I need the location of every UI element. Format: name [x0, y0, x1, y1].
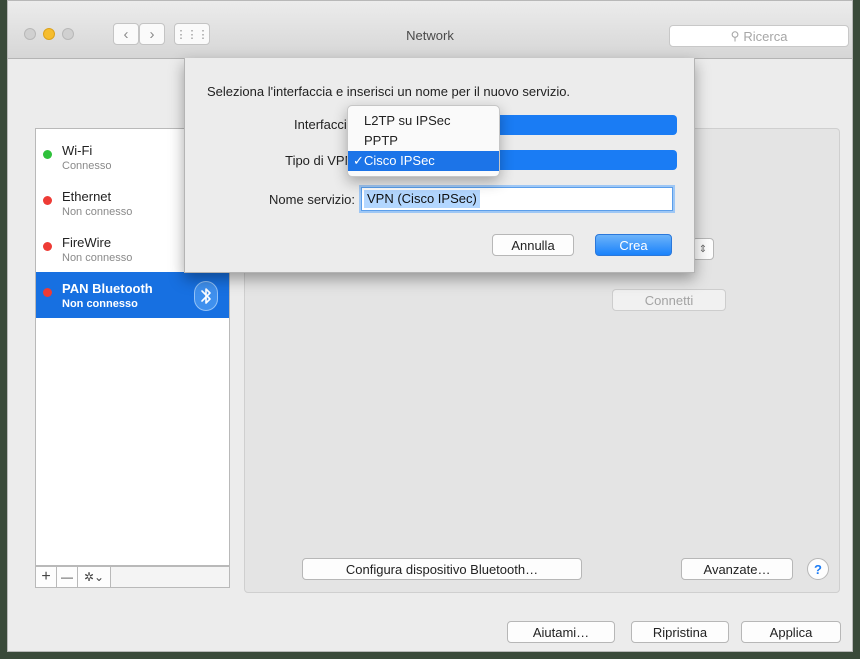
service-status: Non connesso [62, 298, 138, 310]
status-dot-red-icon [43, 242, 52, 251]
search-placeholder: Ricerca [743, 28, 788, 44]
action-menu-button[interactable]: ✲⌄ [77, 566, 111, 588]
sheet-instruction: Seleziona l'interfaccia e inserisci un n… [207, 84, 571, 99]
service-status: Connesso [62, 160, 112, 172]
status-dot-red-icon [43, 196, 52, 205]
network-preferences-window: ‹ › ⋮⋮⋮ Network ⚲ Ricerca Wi-Fi Connesso… [7, 0, 853, 652]
add-service-button[interactable]: + [35, 566, 57, 588]
gear-icon: ✲⌄ [83, 570, 105, 584]
connect-button[interactable]: Connetti [612, 289, 726, 311]
bluetooth-icon [194, 281, 218, 311]
service-name-value: VPN (Cisco IPSec) [364, 190, 480, 208]
plus-icon: + [41, 568, 51, 585]
create-button[interactable]: Crea [595, 234, 672, 256]
menu-item-label: Cisco IPSec [364, 153, 435, 168]
status-dot-green-icon [43, 150, 52, 159]
service-name: Ethernet [62, 189, 112, 204]
search-field[interactable]: ⚲ Ricerca [669, 25, 849, 47]
configure-bluetooth-button[interactable]: Configura dispositivo Bluetooth… [302, 558, 582, 580]
interface-label: Interfaccia [294, 117, 354, 132]
menu-item-label: PPTP [364, 133, 398, 148]
service-name-field[interactable]: VPN (Cisco IPSec) [361, 187, 673, 211]
service-item-pan-bluetooth[interactable]: PAN Bluetooth Non connesso [36, 272, 229, 318]
search-icon: ⚲ [730, 29, 740, 43]
service-name: FireWire [62, 235, 112, 250]
cancel-button[interactable]: Annulla [492, 234, 574, 256]
service-status: Non connesso [62, 252, 133, 264]
apply-button[interactable]: Applica [741, 621, 841, 643]
remove-service-button[interactable]: — [56, 566, 78, 588]
service-list-toolbar: + — ✲⌄ [35, 566, 230, 588]
menu-item-label: L2TP su IPSec [364, 113, 451, 128]
service-name-label: Nome servizio: [269, 192, 355, 207]
up-down-arrows-icon: ⇕ [698, 243, 708, 255]
advanced-button[interactable]: Avanzate… [681, 558, 793, 580]
status-dot-red-icon [43, 288, 52, 297]
minus-icon: — [61, 570, 73, 584]
vpn-type-menu: L2TP su IPSec PPTP ✓ Cisco IPSec [347, 105, 500, 177]
revert-button[interactable]: Ripristina [631, 621, 729, 643]
popup-stepper[interactable]: ⇕ [692, 238, 714, 260]
service-name: Wi-Fi [62, 143, 93, 158]
vpn-type-label: Tipo di VPN [285, 153, 354, 168]
menu-item-l2tp[interactable]: L2TP su IPSec [348, 111, 499, 131]
menu-item-pptp[interactable]: PPTP [348, 131, 499, 151]
service-status: Non connesso [62, 206, 133, 218]
help-icon[interactable]: ? [807, 558, 829, 580]
toolbar-spacer [110, 566, 230, 588]
menu-item-cisco-ipsec[interactable]: ✓ Cisco IPSec [348, 151, 499, 171]
service-name: PAN Bluetooth [62, 281, 153, 296]
assist-me-button[interactable]: Aiutami… [507, 621, 615, 643]
checkmark-icon: ✓ [353, 153, 364, 168]
titlebar: ‹ › ⋮⋮⋮ Network ⚲ Ricerca [8, 1, 852, 59]
